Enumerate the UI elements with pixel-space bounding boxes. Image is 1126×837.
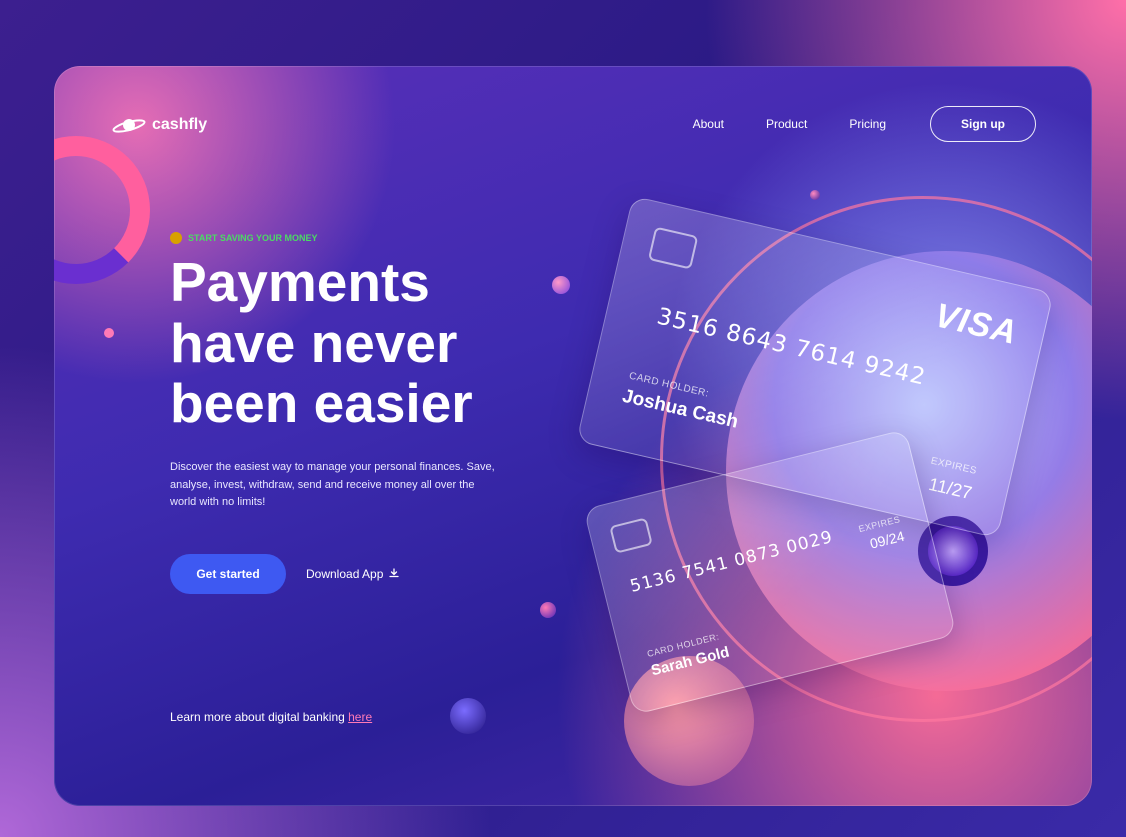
small-sphere-decoration <box>552 276 570 294</box>
brand-name: cashfly <box>152 116 208 133</box>
card-chip-icon <box>647 226 699 270</box>
small-sphere-decoration <box>540 602 556 618</box>
eyebrow-text: START SAVING YOUR MONEY <box>188 233 318 243</box>
money-bag-icon <box>170 232 182 244</box>
card-number: 5136 7541 0873 0029 <box>628 527 836 597</box>
headline-line: been easier <box>170 372 473 434</box>
top-navigation: cashfly About Product Pricing Sign up <box>54 66 1092 186</box>
download-app-label: Download App <box>306 567 384 581</box>
page-title: Payments have never been easier <box>170 252 550 434</box>
hero-frame: cashfly About Product Pricing Sign up ST… <box>54 66 1092 806</box>
small-dot-decoration <box>104 328 114 338</box>
small-sphere-decoration <box>810 190 820 200</box>
planet-icon <box>112 116 146 134</box>
learn-more-text: Learn more about digital banking <box>170 710 349 724</box>
get-started-button[interactable]: Get started <box>170 554 286 594</box>
cta-row: Get started Download App <box>170 554 400 594</box>
card-number: 3516 8643 7614 9242 <box>654 303 929 391</box>
learn-more: Learn more about digital banking here <box>170 710 372 724</box>
card-expires: 09/24 <box>868 527 907 552</box>
eyebrow: START SAVING YOUR MONEY <box>170 232 318 244</box>
dark-sphere-decoration <box>450 698 486 734</box>
brand-logo[interactable]: cashfly <box>112 116 207 134</box>
card-expires-label: EXPIRES <box>929 455 978 477</box>
download-icon <box>389 567 400 581</box>
hero-subtext: Discover the easiest way to manage your … <box>170 461 495 509</box>
nav-links: About Product Pricing Sign up <box>651 106 1036 142</box>
nav-link-pricing[interactable]: Pricing <box>849 117 886 131</box>
nav-link-about[interactable]: About <box>693 117 724 131</box>
visa-logo: VISA <box>931 296 1021 353</box>
card-expires: 11/27 <box>926 473 974 504</box>
signup-button[interactable]: Sign up <box>930 106 1036 142</box>
card-chip-icon <box>609 517 653 554</box>
headline-line: have never <box>170 311 458 374</box>
download-app-link[interactable]: Download App <box>306 567 400 581</box>
nav-link-product[interactable]: Product <box>766 117 807 131</box>
headline-line: Payments <box>170 251 430 313</box>
learn-more-link[interactable]: here <box>348 710 372 724</box>
